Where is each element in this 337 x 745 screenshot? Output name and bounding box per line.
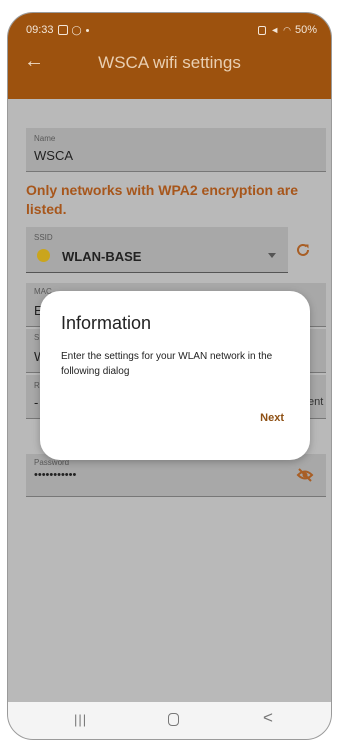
name-field-label: Name bbox=[34, 134, 56, 143]
eye-off-icon[interactable] bbox=[296, 467, 314, 483]
status-time: 09:33 bbox=[26, 24, 54, 36]
back-nav-icon[interactable]: < bbox=[263, 708, 273, 728]
ssid-field-value: WLAN-BASE bbox=[62, 249, 142, 264]
battery-level: 50% bbox=[294, 24, 317, 36]
home-icon[interactable] bbox=[168, 713, 179, 726]
ssid-dropdown[interactable]: SSID WLAN-BASE bbox=[26, 227, 288, 273]
password-field-value: ••••••••••• bbox=[34, 469, 77, 481]
whatsapp-notification-icon: ◯ bbox=[71, 24, 82, 35]
name-field[interactable]: Name WSCA bbox=[26, 128, 326, 172]
refresh-icon[interactable] bbox=[295, 242, 311, 258]
r-field-label: R bbox=[34, 381, 40, 390]
side-text: ent bbox=[308, 396, 324, 408]
phone-screen: 09:33 ◯ ◄ ◠ 50% ← WSCA wifi settings Nam… bbox=[7, 12, 332, 740]
information-dialog: Information Enter the settings for your … bbox=[40, 291, 310, 460]
gallery-notification-icon bbox=[57, 25, 68, 35]
chevron-down-icon bbox=[268, 253, 276, 258]
next-button[interactable]: Next bbox=[260, 412, 284, 424]
name-field-value: WSCA bbox=[34, 148, 73, 163]
dialog-body: Enter the settings for your WLAN network… bbox=[61, 351, 273, 377]
r-field-value: - bbox=[34, 395, 39, 410]
notification-dot-icon bbox=[85, 28, 89, 32]
recent-apps-icon[interactable]: ||| bbox=[74, 712, 87, 727]
ssid-field-label: SSID bbox=[34, 233, 53, 242]
app-bar: 09:33 ◯ ◄ ◠ 50% ← WSCA wifi settings bbox=[8, 13, 331, 99]
password-field[interactable]: Password ••••••••••• bbox=[26, 454, 326, 497]
wifi-signal-icon: ◠ bbox=[283, 24, 291, 35]
status-bar: 09:33 ◯ ◄ ◠ 50% bbox=[26, 23, 317, 37]
alarm-icon bbox=[258, 25, 267, 35]
encryption-warning: Only networks with WPA2 encryption are l… bbox=[26, 182, 299, 217]
sun-icon bbox=[37, 249, 50, 262]
page-title: WSCA wifi settings bbox=[98, 53, 241, 72]
mute-icon: ◄ bbox=[270, 25, 280, 35]
dialog-title: Information bbox=[61, 313, 152, 333]
s-field-label: S bbox=[34, 333, 40, 342]
system-nav-bar: ||| < bbox=[8, 702, 331, 739]
